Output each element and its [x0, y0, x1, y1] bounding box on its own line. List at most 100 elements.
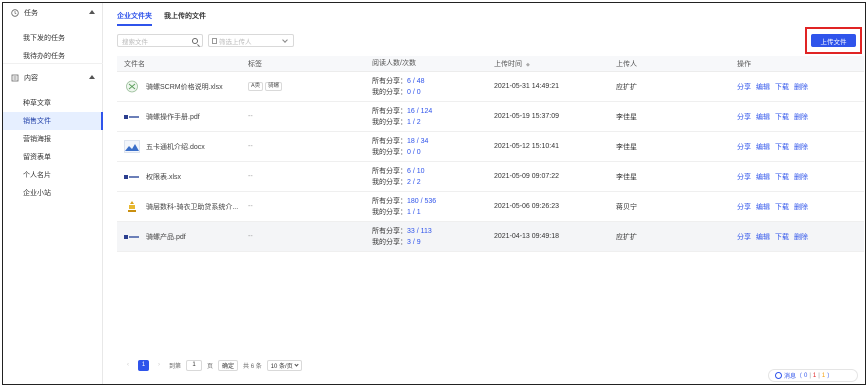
tab-company-folder[interactable]: 企业文件夹: [117, 10, 152, 26]
file-name[interactable]: 骑螺操作手册.pdf: [146, 112, 200, 122]
sidebar-group-tasks[interactable]: 任务: [3, 5, 103, 21]
message-icon: [775, 372, 782, 379]
download-link[interactable]: 下载: [775, 112, 789, 122]
goto-confirm-button[interactable]: 确定: [218, 359, 239, 371]
file-name[interactable]: 骑层数科-骑衣卫助贷系统介...: [146, 202, 238, 212]
upload-time: 2021-05-19 15:37:09: [494, 113, 559, 120]
message-separator: |: [809, 372, 811, 379]
table-header: 文件名 标签 阅读人数/次数 上传时间 ◆ 上传人 操作: [117, 56, 864, 72]
message-separator: |: [818, 372, 820, 379]
filter-toolbar: 搜索文件 筛选上传人: [117, 34, 294, 47]
upload-time: 2021-05-09 09:07:22: [494, 173, 559, 180]
download-link[interactable]: 下载: [775, 232, 789, 242]
message-label: 消息（: [784, 374, 803, 380]
edit-link[interactable]: 编辑: [756, 82, 770, 92]
my-share-count[interactable]: 0 / 0: [407, 149, 421, 156]
edit-link[interactable]: 编辑: [756, 202, 770, 212]
table-row[interactable]: 骑螺SCRM价格说明.xlsx A类 骑螺 所有分享：6 / 48 我的分享：0 …: [117, 72, 864, 102]
goto-page-input[interactable]: 1: [186, 359, 203, 371]
main-panel: 企业文件夹 我上传的文件 搜索文件 筛选上传人 上传文件 文件名 标签 阅读人数…: [103, 3, 865, 384]
my-share-count[interactable]: 2 / 2: [407, 179, 421, 186]
all-share-count[interactable]: 180 / 536: [407, 198, 436, 205]
col-header-upload-time-label: 上传时间: [494, 60, 522, 68]
file-name[interactable]: 骑螺产品.pdf: [146, 232, 186, 242]
ppt-file-icon: [124, 200, 140, 213]
all-share-label: 所有分享：: [372, 107, 407, 115]
my-share-label: 我的分享：: [372, 208, 407, 216]
search-icon[interactable]: [192, 38, 198, 44]
my-share-count[interactable]: 3 / 9: [407, 239, 421, 246]
download-link[interactable]: 下载: [775, 202, 789, 212]
page-size-select[interactable]: 10 条/页: [266, 359, 302, 371]
sidebar-item-mini-site[interactable]: 企业小站: [3, 184, 103, 202]
download-link[interactable]: 下载: [775, 172, 789, 182]
edit-link[interactable]: 编辑: [756, 172, 770, 182]
prev-page-icon[interactable]: ‹: [123, 360, 133, 371]
download-link[interactable]: 下载: [775, 82, 789, 92]
pdf-file-icon: [124, 110, 140, 123]
file-name[interactable]: 骑螺SCRM价格说明.xlsx: [146, 82, 223, 92]
sidebar-item-label: 个人名片: [23, 172, 51, 179]
table-row[interactable]: 骑层数科-骑衣卫助贷系统介... -- 所有分享：180 / 536 我的分享：…: [117, 192, 864, 222]
table-row[interactable]: 权限表.xlsx -- 所有分享：6 / 10 我的分享：2 / 2 2021-…: [117, 162, 864, 192]
col-header-upload-time[interactable]: 上传时间 ◆: [489, 59, 613, 69]
edit-link[interactable]: 编辑: [756, 112, 770, 122]
my-share-count[interactable]: 1 / 2: [407, 119, 421, 126]
download-link[interactable]: 下载: [775, 142, 789, 152]
col-header-tags: 标签: [248, 60, 262, 68]
table-row[interactable]: 骑螺产品.pdf -- 所有分享：33 / 113 我的分享：3 / 9 202…: [117, 222, 864, 252]
uploader-filter-select[interactable]: 筛选上传人: [208, 34, 294, 47]
delete-link[interactable]: 删除: [794, 82, 808, 92]
table-row[interactable]: 五卡通机介绍.docx -- 所有分享：18 / 34 我的分享：0 / 0 2…: [117, 132, 864, 162]
excel-file-icon: [124, 170, 140, 183]
all-share-count[interactable]: 6 / 10: [407, 168, 425, 175]
all-share-count[interactable]: 18 / 34: [407, 138, 428, 145]
sidebar-item-lead-forms[interactable]: 留资表单: [3, 148, 103, 166]
table-row[interactable]: 骑螺操作手册.pdf -- 所有分享：16 / 124 我的分享：1 / 2 2…: [117, 102, 864, 132]
share-link[interactable]: 分享: [737, 172, 751, 182]
sidebar-item-business-card[interactable]: 个人名片: [3, 166, 103, 184]
sidebar-group-content[interactable]: 内容: [3, 70, 103, 86]
upload-time: 2021-05-06 09:26:23: [494, 203, 559, 210]
sidebar-item-posters[interactable]: 营销海报: [3, 130, 103, 148]
page-unit-label: 页: [207, 363, 214, 370]
all-share-count[interactable]: 6 / 48: [407, 78, 425, 85]
message-bar[interactable]: 消息（ 0 | 1 | 1 ）: [768, 369, 858, 382]
all-share-count[interactable]: 33 / 113: [407, 228, 432, 235]
my-share-count[interactable]: 1 / 1: [407, 209, 421, 216]
message-count-blue: 0: [804, 372, 808, 379]
share-link[interactable]: 分享: [737, 142, 751, 152]
search-input[interactable]: 搜索文件: [117, 34, 203, 47]
share-link[interactable]: 分享: [737, 232, 751, 242]
sort-icon[interactable]: ◆: [526, 62, 530, 68]
next-page-icon[interactable]: ›: [154, 360, 164, 371]
delete-link[interactable]: 删除: [794, 112, 808, 122]
file-name[interactable]: 权限表.xlsx: [146, 172, 181, 182]
chevron-up-icon: [89, 75, 95, 79]
all-share-count[interactable]: 16 / 124: [407, 108, 432, 115]
content-icon: [11, 74, 19, 82]
delete-link[interactable]: 删除: [794, 172, 808, 182]
edit-link[interactable]: 编辑: [756, 142, 770, 152]
share-link[interactable]: 分享: [737, 202, 751, 212]
delete-link[interactable]: 删除: [794, 142, 808, 152]
file-table: 文件名 标签 阅读人数/次数 上传时间 ◆ 上传人 操作 骑螺SCRM价格说明.x…: [117, 56, 864, 252]
file-name[interactable]: 五卡通机介绍.docx: [146, 142, 205, 152]
tab-my-uploads[interactable]: 我上传的文件: [164, 10, 206, 26]
my-share-count[interactable]: 0 / 0: [407, 89, 421, 96]
sidebar-item-sales-files[interactable]: 销售文件: [3, 112, 103, 130]
upload-file-button[interactable]: 上传文件: [811, 34, 856, 47]
share-link[interactable]: 分享: [737, 112, 751, 122]
message-end: ）: [827, 374, 834, 380]
all-share-label: 所有分享：: [372, 167, 407, 175]
page-number-current[interactable]: 1: [138, 359, 149, 371]
delete-link[interactable]: 删除: [794, 232, 808, 242]
edit-link[interactable]: 编辑: [756, 232, 770, 242]
uploader-name: 应扩扩: [616, 83, 637, 91]
delete-link[interactable]: 删除: [794, 202, 808, 212]
all-share-label: 所有分享：: [372, 137, 407, 145]
sidebar-item-articles[interactable]: 种草文章: [3, 94, 103, 112]
share-link[interactable]: 分享: [737, 82, 751, 92]
empty-tag: --: [248, 203, 253, 210]
sidebar-item-my-issued-tasks[interactable]: 我下发的任务: [3, 29, 103, 47]
